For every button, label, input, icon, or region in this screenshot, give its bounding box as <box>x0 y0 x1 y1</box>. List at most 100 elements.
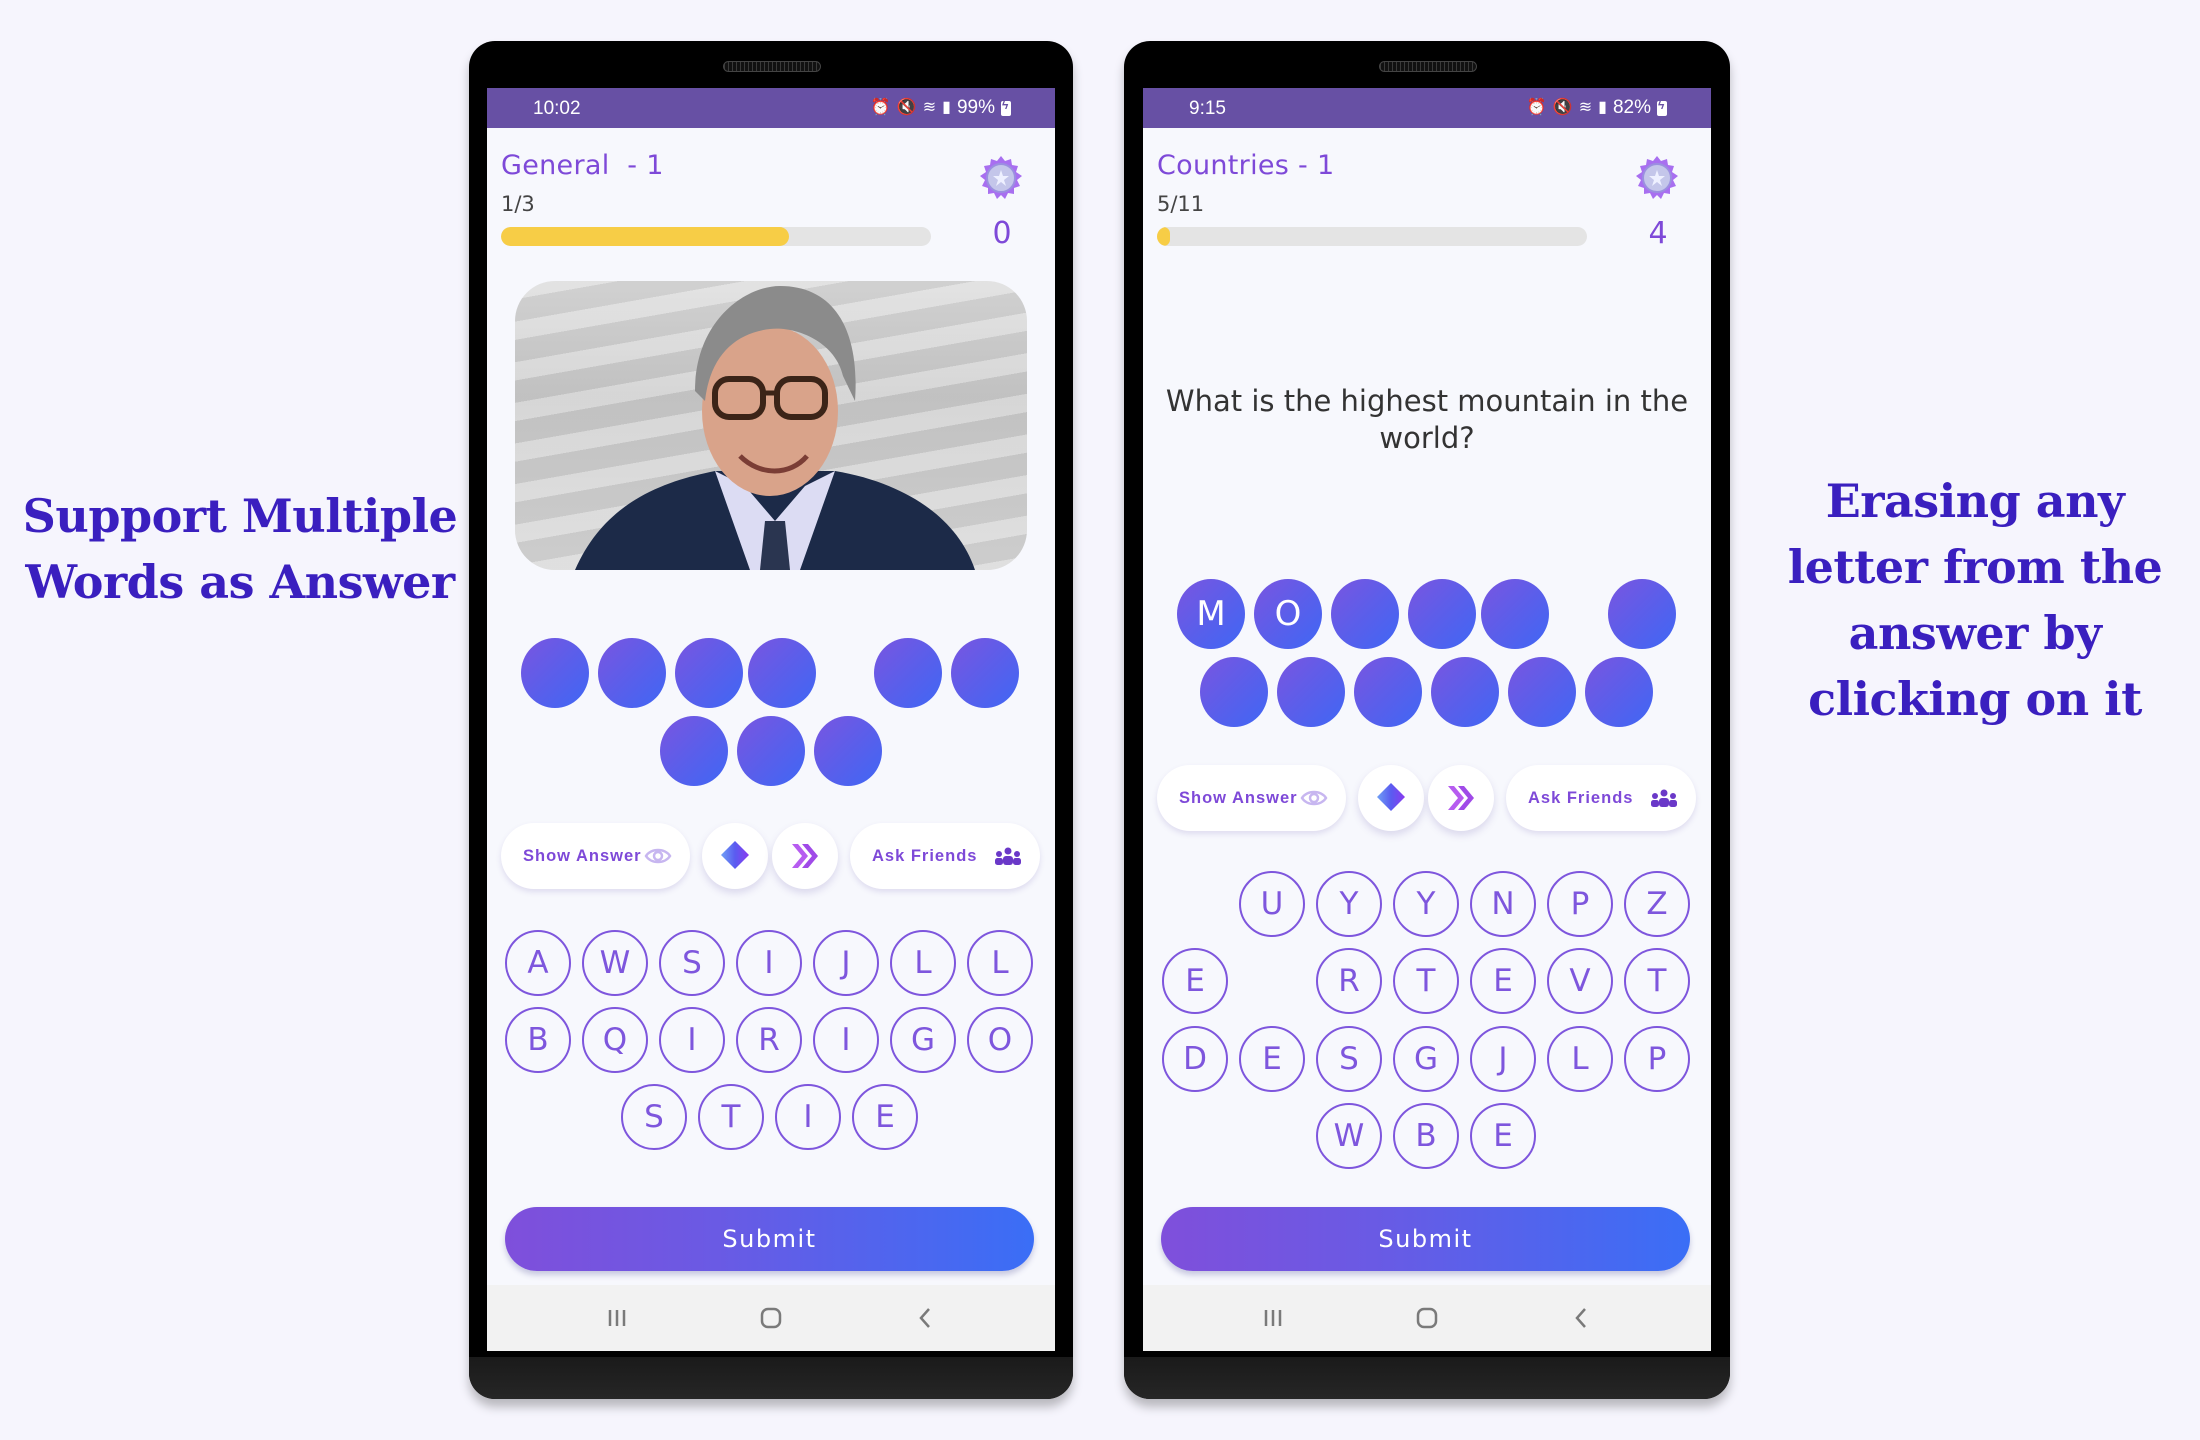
answer-slot[interactable] <box>660 716 728 786</box>
level-title: Countries - 1 <box>1157 150 1335 181</box>
answer-slot[interactable] <box>675 638 743 708</box>
letter-key[interactable]: P <box>1624 1026 1690 1092</box>
letter-key[interactable]: I <box>813 1007 879 1073</box>
letter-key[interactable]: B <box>505 1007 571 1073</box>
letter-key[interactable]: E <box>1239 1026 1305 1092</box>
back-button[interactable] <box>905 1303 945 1333</box>
eraser-button[interactable] <box>702 823 768 889</box>
answer-slot[interactable] <box>1408 579 1476 649</box>
progress-bar-fill <box>501 227 790 246</box>
answer-slot[interactable] <box>1354 657 1422 727</box>
letter-key[interactable]: Y <box>1316 871 1382 937</box>
submit-button[interactable]: Submit <box>505 1207 1034 1271</box>
letter-key[interactable]: I <box>659 1007 725 1073</box>
letter-key[interactable]: E <box>1162 948 1228 1014</box>
letter-key[interactable]: U <box>1239 871 1305 937</box>
answer-slot[interactable] <box>748 638 816 708</box>
letter-key[interactable]: L <box>967 930 1033 996</box>
question-progress-text: 5/11 <box>1157 192 1205 216</box>
answer-slot[interactable] <box>521 638 589 708</box>
question-image <box>515 281 1027 570</box>
letter-key[interactable]: V <box>1547 948 1613 1014</box>
letter-key[interactable]: O <box>967 1007 1033 1073</box>
skip-button[interactable] <box>1428 765 1494 831</box>
letter-key[interactable]: T <box>698 1084 764 1150</box>
answer-slot[interactable] <box>951 638 1019 708</box>
show-answer-button[interactable]: Show Answer <box>1157 765 1346 831</box>
recent-apps-button[interactable] <box>1253 1303 1293 1333</box>
letter-key[interactable]: S <box>1316 1026 1382 1092</box>
answer-slot[interactable] <box>1508 657 1576 727</box>
letter-key[interactable]: A <box>505 930 571 996</box>
recent-apps-button[interactable] <box>597 1303 637 1333</box>
letter-key[interactable]: R <box>736 1007 802 1073</box>
letter-key[interactable]: Z <box>1624 871 1690 937</box>
alarm-icon: ⏰ <box>1526 99 1547 116</box>
status-time: 10:02 <box>533 98 581 119</box>
question-progress-text: 1/3 <box>501 192 535 216</box>
letter-key[interactable]: S <box>659 930 725 996</box>
wifi-icon: ≋ <box>922 99 937 116</box>
answer-slot[interactable] <box>1331 579 1399 649</box>
letter-key[interactable]: L <box>890 930 956 996</box>
letter-key[interactable]: J <box>813 930 879 996</box>
letter-key[interactable]: W <box>1316 1103 1382 1169</box>
skip-icon <box>792 844 818 868</box>
answer-slot[interactable] <box>814 716 882 786</box>
answer-slot[interactable] <box>1277 657 1345 727</box>
speaker-grille <box>723 61 821 72</box>
battery-charging-icon <box>1001 98 1011 116</box>
answer-slot[interactable] <box>1481 579 1549 649</box>
eraser-button[interactable] <box>1358 765 1424 831</box>
letter-key[interactable]: I <box>736 930 802 996</box>
answer-slot[interactable] <box>737 716 805 786</box>
letter-key[interactable]: G <box>890 1007 956 1073</box>
letter-key[interactable]: R <box>1316 948 1382 1014</box>
score-value: 0 <box>992 216 1012 251</box>
group-icon <box>995 847 1021 865</box>
letter-key[interactable]: P <box>1547 871 1613 937</box>
status-time: 9:15 <box>1189 98 1226 119</box>
letter-key[interactable]: T <box>1624 948 1690 1014</box>
answer-slot-filled[interactable]: M <box>1177 579 1245 649</box>
letter-key[interactable]: Q <box>582 1007 648 1073</box>
home-button[interactable] <box>1407 1303 1447 1333</box>
answer-slot[interactable] <box>1200 657 1268 727</box>
answer-slot[interactable] <box>1585 657 1653 727</box>
letter-key[interactable]: S <box>621 1084 687 1150</box>
ask-friends-button[interactable]: Ask Friends <box>1506 765 1696 831</box>
answer-slot[interactable] <box>598 638 666 708</box>
letter-key[interactable]: E <box>852 1084 918 1150</box>
letter-key[interactable]: T <box>1393 948 1459 1014</box>
letter-key[interactable]: N <box>1470 871 1536 937</box>
letter-key[interactable]: J <box>1470 1026 1536 1092</box>
letter-key[interactable]: E <box>1470 948 1536 1014</box>
answer-slot[interactable] <box>1608 579 1676 649</box>
battery-percentage: 82% <box>1612 97 1651 118</box>
back-button[interactable] <box>1561 1303 1601 1333</box>
letter-key[interactable]: D <box>1162 1026 1228 1092</box>
ask-friends-button[interactable]: Ask Friends <box>850 823 1040 889</box>
letter-key[interactable]: L <box>1547 1026 1613 1092</box>
letter-key[interactable]: G <box>1393 1026 1459 1092</box>
letter-key[interactable]: Y <box>1393 871 1459 937</box>
recent-apps-icon <box>608 1310 626 1326</box>
eye-icon <box>644 848 672 864</box>
skip-button[interactable] <box>772 823 838 889</box>
letter-key[interactable]: I <box>775 1084 841 1150</box>
show-answer-label: Show Answer <box>1179 788 1298 807</box>
ask-friends-label: Ask Friends <box>1528 788 1634 807</box>
battery-charging-icon <box>1657 98 1667 116</box>
caption-erasing-letters: Erasing any letter from the answer by cl… <box>1787 474 2163 726</box>
home-button[interactable] <box>751 1303 791 1333</box>
letter-key[interactable]: W <box>582 930 648 996</box>
answer-slot[interactable] <box>1431 657 1499 727</box>
answer-slot-filled[interactable]: O <box>1254 579 1322 649</box>
letter-key[interactable]: B <box>1393 1103 1459 1169</box>
letter-key[interactable]: E <box>1470 1103 1536 1169</box>
wifi-icon: ≋ <box>1578 99 1593 116</box>
show-answer-button[interactable]: Show Answer <box>501 823 690 889</box>
submit-button[interactable]: Submit <box>1161 1207 1690 1271</box>
progress-bar-fill <box>1157 227 1170 246</box>
answer-slot[interactable] <box>874 638 942 708</box>
